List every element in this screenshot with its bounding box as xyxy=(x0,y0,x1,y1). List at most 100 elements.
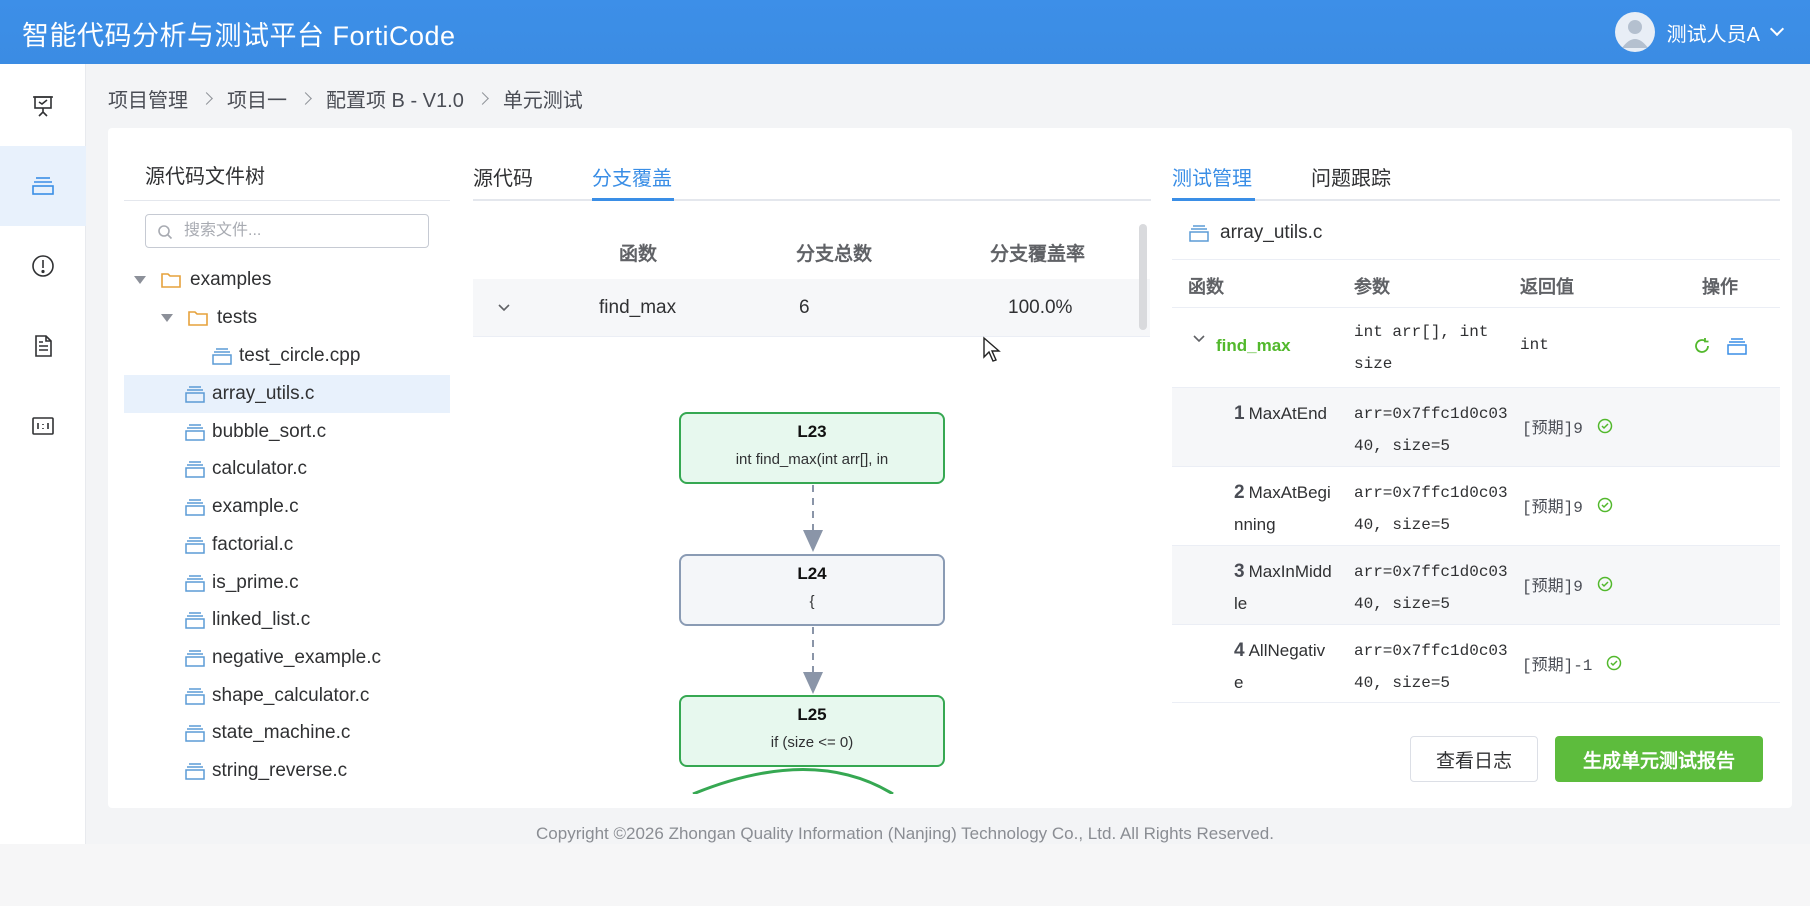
breadcrumb-item-project[interactable]: 项目一 xyxy=(227,84,287,113)
presentation-board-icon xyxy=(33,96,53,117)
branch-total: 6 xyxy=(799,297,810,318)
tree-file-item[interactable]: example.c xyxy=(124,488,450,526)
tree-file-item[interactable]: factorial.c xyxy=(124,526,450,564)
tree-file-item[interactable]: shape_calculator.c xyxy=(124,677,450,715)
current-file-name: array_utils.c xyxy=(1220,222,1323,243)
test-case-name: 2 MaxAtBeginning xyxy=(1234,477,1334,541)
scrollbar[interactable] xyxy=(1139,224,1147,330)
column-header-function: 函数 xyxy=(619,244,658,265)
test-case-args: arr=0x7ffc1d0c0340, size=5 xyxy=(1354,405,1508,455)
tree-file-item[interactable]: negative_example.c xyxy=(124,639,450,677)
tab-divider xyxy=(473,199,1151,201)
column-header-actions: 操作 xyxy=(1702,277,1738,297)
test-case-name: 3 MaxInMiddle xyxy=(1234,556,1334,620)
function-return-type: int xyxy=(1520,336,1549,354)
check-circle-icon xyxy=(1597,576,1613,592)
test-case-expected: [预期]-1 xyxy=(1522,651,1622,675)
sidebar-item-documents[interactable] xyxy=(0,306,86,386)
tree-file-item[interactable]: calculator.c xyxy=(124,450,450,488)
file-name: linked_list.c xyxy=(212,609,311,631)
flow-node-l25[interactable]: L25 if (size <= 0) xyxy=(679,695,945,767)
folder-name: tests xyxy=(217,307,258,328)
sidebar-item-projects[interactable] xyxy=(0,146,86,226)
breadcrumb-item-config[interactable]: 配置项 B - V1.0 xyxy=(326,84,464,113)
sidebar-item-data[interactable] xyxy=(0,386,86,466)
document-icon xyxy=(35,335,52,357)
test-case-title: MaxAtEnd xyxy=(1248,404,1328,423)
expected-value: [预期]-1 xyxy=(1522,657,1593,675)
node-code: int find_max(int arr[], in xyxy=(735,451,889,468)
tab-test-management[interactable]: 测试管理 xyxy=(1172,162,1252,191)
tab-issue-tracking[interactable]: 问题跟踪 xyxy=(1311,162,1391,191)
folder-name: examples xyxy=(190,269,272,290)
table-row[interactable]: find_max 6 100.0% xyxy=(473,279,1150,337)
tree-file-item[interactable]: array_utils.c xyxy=(124,375,450,413)
function-row[interactable]: find_max int arr[], int size int xyxy=(1172,307,1780,387)
file-icon xyxy=(185,687,205,705)
file-tree-title: 源代码文件树 xyxy=(145,166,265,188)
tree-file-test-circle[interactable]: test_circle.cpp xyxy=(124,337,450,375)
tab-active-indicator xyxy=(592,198,674,201)
chevron-down-icon[interactable] xyxy=(1192,334,1206,344)
user-menu[interactable]: 测试人员A xyxy=(1614,9,1785,55)
user-avatar-icon xyxy=(1614,12,1655,52)
flow-node-l24[interactable]: L24 { xyxy=(679,554,945,626)
flow-node-l23[interactable]: L23 int find_max(int arr[], in xyxy=(679,412,945,484)
test-case-number: 2 xyxy=(1234,482,1245,503)
generate-report-button[interactable]: 生成单元测试报告 xyxy=(1555,736,1763,782)
file-icon xyxy=(1189,225,1209,242)
file-icon xyxy=(185,461,205,479)
tree-file-item[interactable]: is_prime.c xyxy=(124,564,450,602)
sidebar-item-dashboard[interactable] xyxy=(0,66,86,146)
file-search-input[interactable] xyxy=(184,218,420,244)
file-name: calculator.c xyxy=(212,458,308,480)
tree-file-item[interactable]: string_reverse.c xyxy=(124,752,450,790)
file-icon xyxy=(185,650,205,667)
node-code: if (size <= 0) xyxy=(770,734,854,751)
test-case-expected: [预期]9 xyxy=(1522,572,1613,596)
test-case-args: arr=0x7ffc1d0c0340, size=5 xyxy=(1354,563,1508,613)
file-name: array_utils.c xyxy=(212,383,315,404)
test-case-row[interactable]: 3 MaxInMiddle arr=0x7ffc1d0c0340, size=5 … xyxy=(1172,545,1780,624)
column-header-branch-total: 分支总数 xyxy=(796,244,873,265)
tree-file-item[interactable]: linked_list.c xyxy=(124,601,450,639)
file-name: example.c xyxy=(212,496,299,518)
folder-icon xyxy=(161,273,181,288)
test-case-row[interactable]: 1 MaxAtEnd arr=0x7ffc1d0c0340, size=5 [预期… xyxy=(1172,387,1780,466)
tree-folder-tests[interactable]: tests xyxy=(124,299,450,337)
file-name: bubble_sort.c xyxy=(212,420,327,442)
tree-folder-examples[interactable]: examples xyxy=(124,261,450,299)
chevron-right-icon xyxy=(200,92,213,105)
caret-down-icon[interactable] xyxy=(161,314,173,322)
chevron-down-icon[interactable] xyxy=(497,303,511,313)
test-case-args: arr=0x7ffc1d0c0340, size=5 xyxy=(1354,484,1508,534)
file-icon xyxy=(185,763,205,780)
refresh-icon[interactable] xyxy=(1692,336,1712,356)
tab-branch-coverage[interactable]: 分支覆盖 xyxy=(592,162,672,191)
stack-layers-icon[interactable] xyxy=(1726,336,1748,356)
user-name: 测试人员A xyxy=(1666,23,1760,46)
tab-source-code[interactable]: 源代码 xyxy=(473,162,533,191)
function-name: find_max xyxy=(1216,336,1291,355)
tree-file-item[interactable]: bubble_sort.c xyxy=(124,413,450,451)
test-case-expected: [预期]9 xyxy=(1522,414,1613,438)
file-icon xyxy=(185,423,205,441)
test-case-row[interactable]: 4 AllNegative arr=0x7ffc1d0c0340, size=5 … xyxy=(1172,624,1780,703)
footer-copyright: Copyright ©2026 Zhongan Quality Informat… xyxy=(536,824,1274,843)
column-header-params: 参数 xyxy=(1354,277,1390,297)
expected-value: [预期]9 xyxy=(1522,420,1583,438)
folder-icon xyxy=(188,311,208,326)
check-circle-icon xyxy=(1597,418,1613,434)
test-case-row[interactable]: 2 MaxAtBeginning arr=0x7ffc1d0c0340, size… xyxy=(1172,466,1780,545)
column-header-coverage: 分支覆盖率 xyxy=(990,244,1086,265)
tree-file-item[interactable]: state_machine.c xyxy=(124,714,450,752)
view-log-button[interactable]: 查看日志 xyxy=(1410,736,1538,782)
branch-coverage: 100.0% xyxy=(1008,297,1073,318)
caret-down-icon[interactable] xyxy=(134,276,146,284)
divider xyxy=(1172,259,1780,260)
breadcrumb-item-project-management[interactable]: 项目管理 xyxy=(108,84,188,113)
sidebar-item-issues[interactable] xyxy=(0,226,86,306)
test-case-args: arr=0x7ffc1d0c0340, size=5 xyxy=(1354,642,1508,692)
file-icon xyxy=(185,499,205,516)
binary-data-icon xyxy=(32,417,54,435)
